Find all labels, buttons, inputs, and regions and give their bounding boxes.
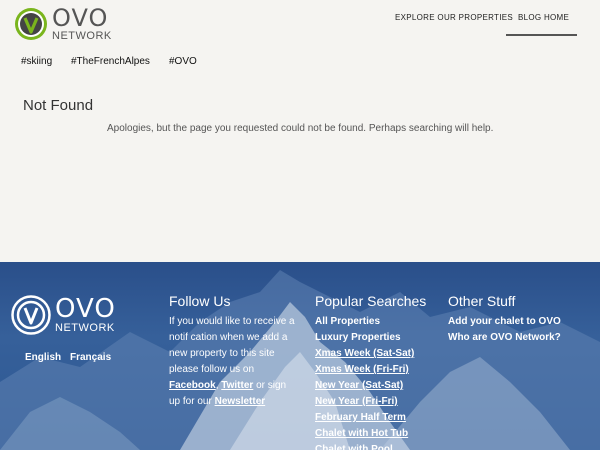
site-header: OVO NETWORK EXPLORE OUR PROPERTIES BLOG …	[0, 0, 600, 48]
popular-link-luxury-properties[interactable]: Luxury Properties	[315, 330, 414, 346]
facebook-link[interactable]: Facebook	[169, 380, 216, 391]
other-stuff-heading: Other Stuff	[448, 293, 516, 309]
not-found-message: Apologies, but the page you requested co…	[107, 123, 494, 134]
footer-logo-subtitle: NETWORK	[55, 322, 115, 334]
ovo-logo-white-icon	[11, 295, 51, 335]
newsletter-link[interactable]: Newsletter	[215, 396, 266, 407]
nav-blog-home[interactable]: BLOG HOME	[518, 13, 569, 22]
popular-link-xmas-sat[interactable]: Xmas Week (Sat-Sat)	[315, 346, 414, 362]
nav-explore-properties[interactable]: EXPLORE OUR PROPERTIES	[395, 13, 513, 22]
tag-skiing[interactable]: #skiing	[21, 56, 52, 67]
nav-active-indicator	[506, 34, 577, 36]
page-title: Not Found	[23, 97, 94, 114]
language-english-link[interactable]: English	[25, 352, 61, 363]
popular-searches-list: All Properties Luxury Properties Xmas We…	[315, 314, 414, 450]
popular-searches-heading: Popular Searches	[315, 293, 427, 309]
twitter-link[interactable]: Twitter	[221, 380, 253, 391]
logo-wordmark: OVO	[52, 4, 109, 32]
popular-link-new-year-sat[interactable]: New Year (Sat-Sat)	[315, 378, 414, 394]
ovo-network-logo[interactable]: OVO NETWORK	[14, 6, 112, 42]
popular-link-new-year-fri[interactable]: New Year (Fri-Fri)	[315, 394, 414, 410]
popular-link-xmas-fri[interactable]: Xmas Week (Fri-Fri)	[315, 362, 414, 378]
popular-link-hot-tub[interactable]: Chalet with Hot Tub	[315, 426, 414, 442]
ovo-logo-icon	[15, 8, 47, 40]
follow-us-heading: Follow Us	[169, 293, 231, 309]
popular-link-pool[interactable]: Chalet with Pool	[315, 442, 414, 450]
follow-us-text: If you would like to receive a notif cat…	[169, 316, 295, 407]
language-french-link[interactable]: Français	[70, 352, 111, 363]
footer-ovo-logo[interactable]: OVO NETWORK	[11, 295, 116, 335]
popular-link-all-properties[interactable]: All Properties	[315, 314, 414, 330]
other-link-who-are-ovo[interactable]: Who are OVO Network?	[448, 330, 561, 346]
tag-the-french-alpes[interactable]: #TheFrenchAlpes	[71, 56, 150, 67]
logo-subtitle: NETWORK	[52, 30, 112, 42]
tag-ovo[interactable]: #OVO	[169, 56, 197, 67]
popular-link-february-half-term[interactable]: February Half Term	[315, 410, 414, 426]
other-stuff-list: Add your chalet to OVO Who are OVO Netwo…	[448, 314, 561, 346]
footer-logo-wordmark: OVO	[55, 294, 116, 324]
other-link-add-chalet[interactable]: Add your chalet to OVO	[448, 314, 561, 330]
site-footer: OVO NETWORK English Français Follow Us I…	[0, 262, 600, 450]
